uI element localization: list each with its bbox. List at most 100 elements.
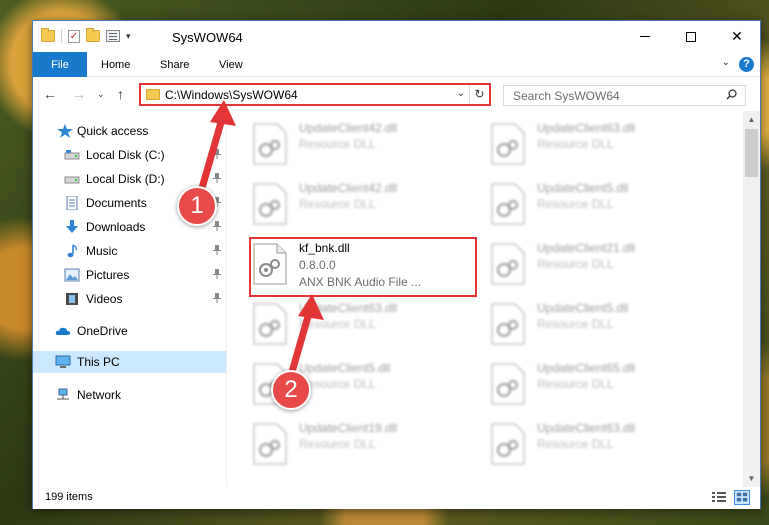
- title-bar: ✓ ▾ SysWOW64 ✕: [33, 21, 760, 52]
- dll-file-icon: [491, 183, 525, 225]
- sidebar-item-videos[interactable]: Videos: [33, 288, 226, 310]
- music-icon: [67, 244, 77, 258]
- file-name: UpdateClient21.dll: [537, 241, 636, 255]
- file-name: UpdateClient19.dll: [299, 421, 398, 435]
- pin-icon[interactable]: [213, 293, 221, 303]
- vertical-scrollbar[interactable]: ▲ ▼: [743, 111, 760, 487]
- large-icons-view-icon[interactable]: [734, 490, 750, 505]
- sidebar-item-local-disk-c[interactable]: Local Disk (C:): [33, 144, 226, 166]
- file-tile[interactable]: UpdateClient21.dll Resource DLL: [487, 239, 715, 295]
- file-name: UpdateClient5.dll: [299, 361, 391, 375]
- file-tile[interactable]: UpdateClient19.dll Resource DLL: [249, 419, 477, 475]
- highlight-box-file: [249, 237, 477, 297]
- file-name: UpdateClient65.dll: [537, 361, 636, 375]
- pin-icon[interactable]: [213, 149, 221, 159]
- sidebar-item-label: Documents: [86, 196, 147, 210]
- file-tile[interactable]: UpdateClient63.dll Resource DLL: [249, 299, 477, 355]
- file-tile[interactable]: UpdateClient42.dll Resource DLL: [249, 119, 477, 175]
- drive-icon: [64, 150, 80, 160]
- up-arrow-icon[interactable]: ↑: [117, 86, 124, 102]
- maximize-icon: [686, 31, 696, 42]
- refresh-icon[interactable]: ↻: [469, 85, 489, 104]
- file-type: Resource DLL: [299, 317, 376, 331]
- sidebar-item-label: Quick access: [77, 124, 149, 138]
- maximize-button[interactable]: [668, 21, 714, 52]
- file-type: Resource DLL: [537, 257, 614, 271]
- sidebar-item-label: Local Disk (D:): [86, 172, 165, 186]
- status-bar: 199 items: [33, 487, 760, 509]
- file-tile[interactable]: UpdateClient65.dll Resource DLL: [487, 359, 715, 415]
- scroll-up-arrow-icon[interactable]: ▲: [743, 111, 760, 128]
- sidebar-item-pictures[interactable]: Pictures: [33, 264, 226, 286]
- file-type: Resource DLL: [299, 137, 376, 151]
- pin-icon[interactable]: [213, 269, 221, 279]
- close-button[interactable]: ✕: [714, 21, 760, 52]
- details-view-icon[interactable]: [106, 30, 120, 42]
- forward-arrow-icon[interactable]: →: [72, 86, 86, 102]
- customize-toolbar-dropdown-icon[interactable]: ▾: [126, 31, 131, 42]
- help-button[interactable]: ?: [739, 57, 754, 72]
- network-icon: [57, 388, 69, 400]
- file-name: UpdateClient63.dll: [537, 121, 636, 135]
- tab-share[interactable]: Share: [160, 52, 189, 77]
- pin-icon[interactable]: [213, 245, 221, 255]
- minimize-icon: [640, 36, 650, 37]
- sidebar-item-this-pc[interactable]: This PC: [33, 351, 226, 373]
- pane-divider[interactable]: [226, 111, 227, 487]
- back-arrow-icon[interactable]: ←: [43, 86, 57, 102]
- scrollbar-thumb[interactable]: [745, 129, 758, 177]
- sidebar-item-label: Network: [77, 388, 122, 402]
- file-type: Resource DLL: [537, 197, 614, 211]
- file-tile[interactable]: UpdateClient63.dll Resource DLL: [487, 119, 715, 175]
- file-type: Resource DLL: [537, 377, 614, 391]
- file-name: UpdateClient63.dll: [299, 301, 398, 315]
- pictures-icon: [64, 268, 80, 282]
- search-icon: [726, 89, 737, 100]
- file-tile[interactable]: UpdateClient63.dll Resource DLL: [487, 419, 715, 475]
- search-input[interactable]: Search SysWOW64: [503, 85, 746, 106]
- properties-check-icon[interactable]: ✓: [68, 29, 80, 43]
- file-type: Resource DLL: [537, 137, 614, 151]
- window-title: SysWOW64: [172, 30, 243, 45]
- sidebar-item-label: This PC: [77, 355, 120, 369]
- recent-locations-chevron-icon[interactable]: ⌄: [97, 89, 105, 100]
- file-name: UpdateClient5.dll: [537, 301, 629, 315]
- navigation-bar: ← → ⌄ ↑ C:\Windows\SysWOW64 ⌄ ↻ Search S…: [33, 78, 760, 111]
- file-tile[interactable]: UpdateClient5.dll Resource DLL: [487, 299, 715, 355]
- details-view-icon[interactable]: [711, 491, 727, 504]
- ribbon-tabs: File Home Share View ⌄ ?: [33, 52, 760, 77]
- folder-icon: [41, 28, 55, 42]
- tab-view[interactable]: View: [219, 52, 243, 77]
- address-path[interactable]: C:\Windows\SysWOW64: [165, 88, 298, 102]
- dll-file-icon: [253, 123, 287, 165]
- file-tile[interactable]: UpdateClient5.dll Resource DLL: [487, 179, 715, 235]
- tab-file[interactable]: File: [33, 52, 87, 77]
- window-controls: ✕: [622, 21, 760, 52]
- new-folder-icon[interactable]: [86, 28, 100, 42]
- file-type: Resource DLL: [537, 437, 614, 451]
- dll-file-icon: [491, 423, 525, 465]
- step-2-badge: 2: [271, 370, 311, 410]
- sidebar-item-network[interactable]: Network: [33, 384, 226, 406]
- sidebar-item-quick-access[interactable]: Quick access: [33, 120, 226, 142]
- minimize-button[interactable]: [622, 21, 668, 52]
- documents-icon: [66, 196, 78, 210]
- sidebar-item-label: OneDrive: [77, 324, 128, 338]
- dll-file-icon: [253, 423, 287, 465]
- pin-icon[interactable]: [213, 173, 221, 183]
- sidebar-item-label: Pictures: [86, 268, 130, 282]
- sidebar-item-label: Downloads: [86, 220, 146, 234]
- file-type: Resource DLL: [299, 437, 376, 451]
- address-dropdown-chevron-icon[interactable]: ⌄: [457, 88, 465, 99]
- sidebar-item-label: Music: [86, 244, 118, 258]
- sidebar-item-onedrive[interactable]: OneDrive: [33, 320, 226, 342]
- address-bar[interactable]: C:\Windows\SysWOW64 ⌄ ↻: [139, 83, 491, 106]
- tab-home[interactable]: Home: [101, 52, 130, 77]
- file-tile[interactable]: UpdateClient42.dll Resource DLL: [249, 179, 477, 235]
- expand-ribbon-chevron-icon[interactable]: ⌄: [722, 57, 730, 68]
- dll-file-icon: [253, 183, 287, 225]
- scroll-down-arrow-icon[interactable]: ▼: [743, 470, 760, 487]
- sidebar-item-music[interactable]: Music: [33, 240, 226, 262]
- cloud-icon: [55, 327, 71, 335]
- pin-icon[interactable]: [213, 221, 221, 231]
